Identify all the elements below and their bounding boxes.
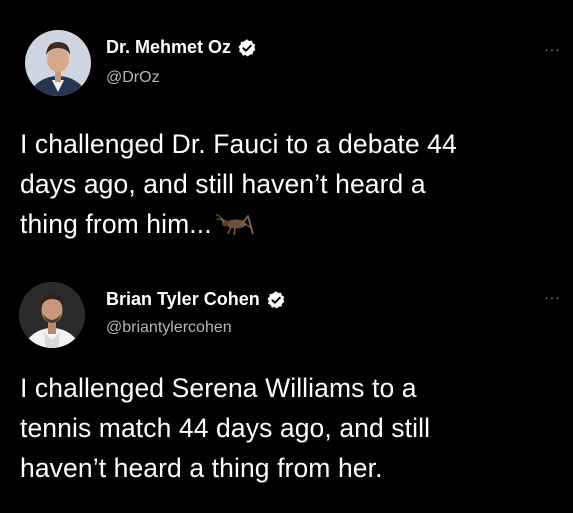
display-name[interactable]: Brian Tyler Cohen — [106, 289, 260, 310]
display-name[interactable]: Dr. Mehmet Oz — [106, 37, 231, 58]
tweet-text-line: thing from him... — [20, 209, 212, 239]
avatar-dr-oz[interactable] — [25, 30, 91, 96]
more-options-icon[interactable]: ··· — [544, 290, 561, 304]
author-row: Dr. Mehmet Oz — [106, 37, 257, 58]
verified-badge-icon — [237, 38, 257, 58]
tweet-text: I challenged Dr. Fauci to a debate 44 da… — [20, 124, 565, 244]
handle[interactable]: @DrOz — [106, 69, 160, 87]
handle[interactable]: @briantylercohen — [106, 319, 232, 337]
tweet-text-line-last: thing from him... — [20, 204, 565, 244]
tweet-oz: Dr. Mehmet Oz @DrOz ··· I challenged Dr.… — [0, 0, 573, 260]
tweet-cohen: Brian Tyler Cohen @briantylercohen ··· I… — [0, 260, 573, 513]
verified-badge-icon — [266, 290, 286, 310]
tweet-text-line: I challenged Serena Williams to a — [20, 373, 417, 403]
avatar-brian-tyler-cohen[interactable] — [19, 282, 85, 348]
tweet-text-line: tennis match 44 days ago, and still — [20, 413, 431, 443]
cricket-icon — [215, 212, 256, 236]
tweet-text-line: haven’t heard a thing from her. — [20, 453, 383, 483]
more-options-icon[interactable]: ··· — [544, 42, 561, 56]
tweet-text-line: I challenged Dr. Fauci to a debate 44 — [20, 129, 457, 159]
author-row: Brian Tyler Cohen — [106, 289, 286, 310]
tweet-text-line: days ago, and still haven’t heard a — [20, 169, 426, 199]
tweet-text: I challenged Serena Williams to a tennis… — [20, 368, 565, 488]
